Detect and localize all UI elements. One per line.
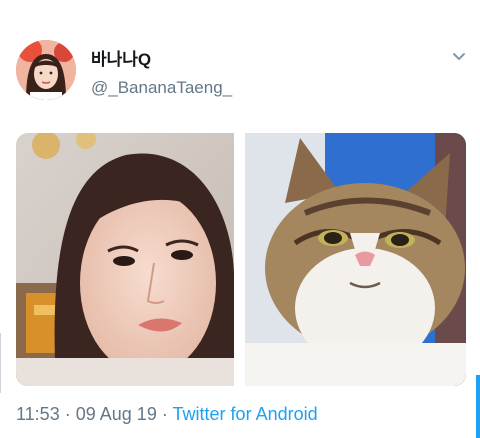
tweet-time[interactable]: 11:53: [16, 404, 60, 424]
cat-photo: [245, 133, 466, 386]
woman-photo: [16, 133, 234, 386]
tweet-source-link[interactable]: Twitter for Android: [173, 404, 318, 424]
tweet-date[interactable]: 09 Aug 19: [76, 404, 157, 424]
media-photo-2[interactable]: [245, 133, 466, 386]
tweet-meta: 11:53 · 09 Aug 19 · Twitter for Android: [16, 404, 318, 425]
media-photo-1[interactable]: [16, 133, 234, 386]
avatar-image: [16, 40, 76, 100]
edge-divider: [0, 333, 1, 393]
media-grid: [16, 133, 466, 386]
display-name[interactable]: 바나나Q: [91, 45, 151, 70]
meta-separator: ·: [64, 404, 71, 424]
chevron-down-icon[interactable]: [452, 52, 466, 62]
scrollbar[interactable]: [476, 375, 480, 438]
avatar[interactable]: [16, 40, 76, 100]
meta-separator: ·: [161, 404, 168, 424]
user-handle[interactable]: @_BananaTaeng_: [91, 78, 232, 98]
